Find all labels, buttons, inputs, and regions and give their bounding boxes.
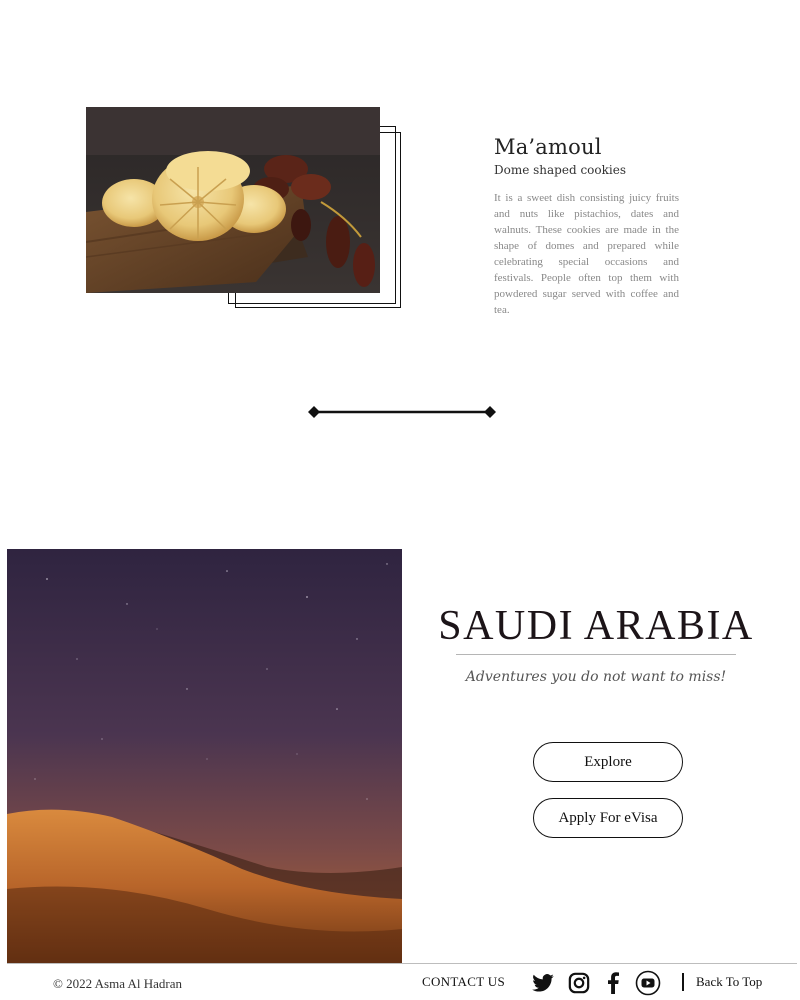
food-title: Ma’amoul (494, 135, 602, 159)
hero-tagline: Adventures you do not want to miss! (465, 669, 727, 685)
contact-us-link[interactable]: CONTACT US (422, 974, 505, 990)
explore-button[interactable]: Explore (533, 742, 683, 782)
back-to-top-link[interactable]: Back To Top (696, 974, 762, 990)
hero-text: SAUDI ARABIA Adventures you do not want … (420, 600, 772, 685)
twitter-icon[interactable] (530, 970, 556, 996)
footer-copyright: © 2022 Asma Al Hadran (53, 976, 183, 991)
hero-title: SAUDI ARABIA (438, 603, 754, 649)
footer-separator (682, 973, 684, 991)
food-card: Ma’amoul Dome shaped cookies It is a swe… (0, 0, 800, 340)
food-text: Ma’amoul Dome shaped cookies It is a swe… (494, 133, 679, 318)
desert-photo-image (7, 549, 402, 963)
desert-photo (7, 549, 402, 963)
facebook-icon[interactable] (600, 970, 626, 996)
title-underline (456, 654, 736, 655)
food-description: It is a sweet dish consisting juicy frui… (494, 192, 679, 316)
food-subtitle: Dome shaped cookies (494, 163, 626, 177)
section-divider (308, 406, 496, 418)
maamoul-photo-image (86, 107, 380, 293)
maamoul-photo (86, 107, 380, 293)
footer: © 2022 Asma Al Hadran CONTACT US Back To… (7, 963, 797, 1000)
page: Ma’amoul Dome shaped cookies It is a swe… (0, 0, 800, 1000)
apply-evisa-button[interactable]: Apply For eVisa (533, 798, 683, 838)
instagram-icon[interactable] (566, 970, 592, 996)
youtube-icon[interactable] (635, 970, 661, 996)
